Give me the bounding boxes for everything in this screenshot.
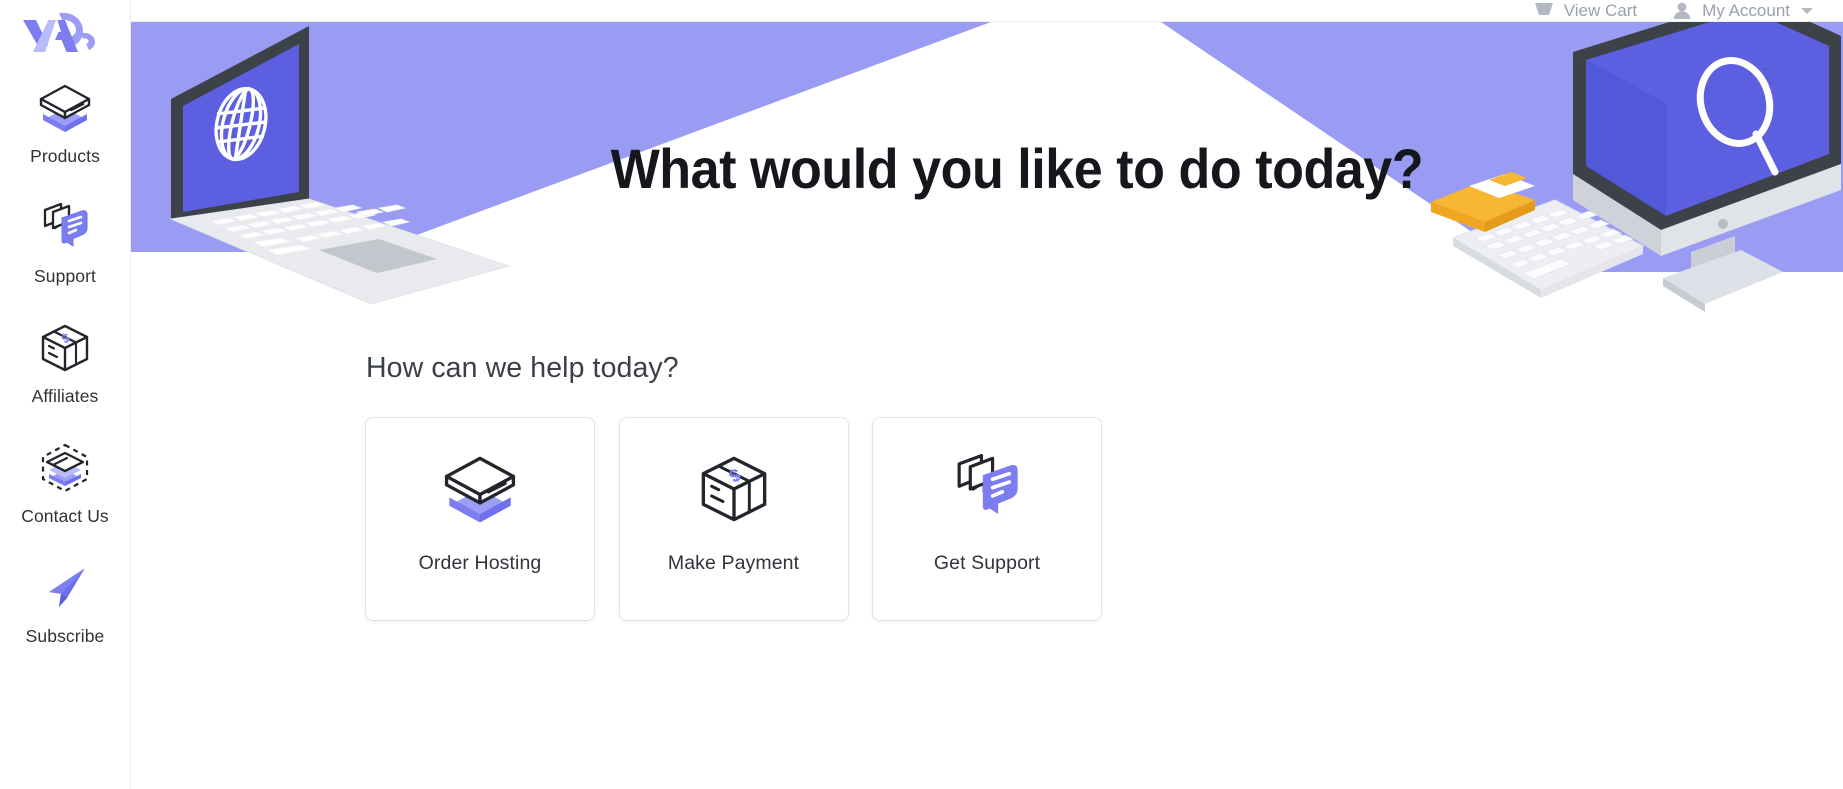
quick-action-card-row: Order Hosting $ Make Payment Get Support bbox=[366, 418, 1843, 620]
card-order-hosting[interactable]: Order Hosting bbox=[366, 418, 594, 620]
va-logo-icon bbox=[23, 12, 95, 52]
dashed-layers-icon bbox=[29, 440, 101, 496]
sidebar-item-contact-us[interactable]: Contact Us bbox=[0, 422, 131, 542]
main-sidebar: Products Support $ Affiliates Contact Us… bbox=[0, 0, 131, 789]
shopping-cart-icon bbox=[1534, 2, 1553, 15]
paper-plane-icon bbox=[29, 560, 101, 616]
chat-bubbles-icon bbox=[948, 448, 1026, 530]
user-avatar-icon bbox=[1673, 2, 1691, 19]
sidebar-item-affiliates[interactable]: $ Affiliates bbox=[0, 302, 131, 422]
view-cart-label: View Cart bbox=[1563, 0, 1638, 20]
page-title: What would you like to do today? bbox=[131, 22, 1843, 332]
content-area: View Cart My Account What would you like… bbox=[131, 0, 1843, 789]
chevron-down-icon bbox=[1801, 7, 1813, 14]
utility-topbar: View Cart My Account bbox=[131, 0, 1843, 22]
sidebar-item-products[interactable]: Products bbox=[0, 62, 131, 182]
stacked-box-icon bbox=[441, 448, 519, 530]
dollar-cube-icon: $ bbox=[695, 448, 773, 530]
sidebar-item-label: Affiliates bbox=[31, 386, 99, 406]
hero-banner: What would you like to do today? bbox=[131, 22, 1843, 332]
sidebar-item-support[interactable]: Support bbox=[0, 182, 131, 302]
card-get-support[interactable]: Get Support bbox=[873, 418, 1101, 620]
card-label: Make Payment bbox=[667, 552, 800, 574]
brand-logo[interactable] bbox=[0, 0, 131, 62]
sidebar-item-label: Contact Us bbox=[21, 506, 109, 526]
help-heading: How can we help today? bbox=[366, 352, 679, 384]
sidebar-item-label: Subscribe bbox=[25, 626, 105, 646]
card-label: Get Support bbox=[933, 552, 1041, 574]
chat-bubbles-icon bbox=[29, 200, 101, 256]
dollar-cube-icon: $ bbox=[29, 320, 101, 376]
stacked-box-icon bbox=[29, 80, 101, 136]
help-section: How can we help today? Order Hosting $ M… bbox=[131, 352, 1843, 620]
client-area-home-page: Products Support $ Affiliates Contact Us… bbox=[0, 0, 1843, 789]
sidebar-item-label: Products bbox=[30, 146, 100, 166]
card-label: Order Hosting bbox=[418, 552, 542, 574]
card-make-payment[interactable]: $ Make Payment bbox=[619, 418, 848, 620]
my-account-label: My Account bbox=[1702, 0, 1790, 20]
my-account-menu[interactable]: My Account bbox=[1671, 1, 1813, 21]
sidebar-item-subscribe[interactable]: Subscribe bbox=[0, 542, 131, 662]
view-cart-link[interactable]: View Cart bbox=[1533, 1, 1637, 21]
hero-title-text: What would you like to do today? bbox=[610, 136, 1424, 200]
sidebar-item-label: Support bbox=[34, 266, 96, 286]
